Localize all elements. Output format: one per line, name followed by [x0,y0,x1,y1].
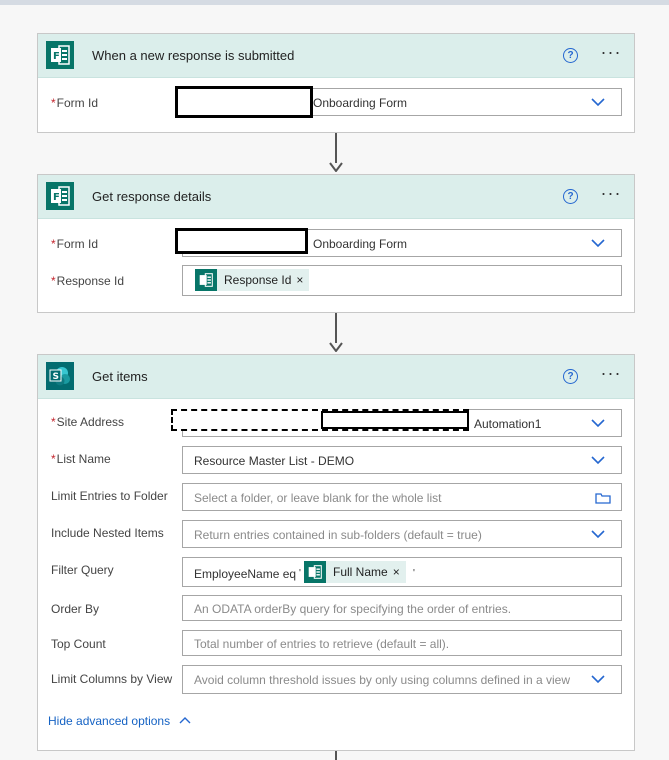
chevron-down-icon[interactable] [591,97,605,107]
chevron-up-icon [179,717,191,724]
order-by-input[interactable]: An ODATA orderBy query for specifying th… [182,595,622,621]
filter-query-prefix: EmployeeName eq [194,567,297,581]
remove-token-icon[interactable]: × [296,273,309,287]
response-id-label: *Response Id [51,272,124,290]
limit-entries-placeholder: Select a folder, or leave blank for the … [194,491,442,505]
dynamic-content-token[interactable]: Full Name × [304,561,406,583]
limit-columns-placeholder: Avoid column threshold issues by only us… [194,673,570,687]
include-nested-label: Include Nested Items [51,526,164,540]
form-id-value: Onboarding Form [313,96,408,110]
svg-text:F: F [53,192,60,203]
card-title: When a new response is submitted [92,48,295,63]
flow-connector [335,133,337,163]
hide-advanced-options-link[interactable]: Hide advanced options [48,714,191,728]
help-icon[interactable]: ? [563,369,578,384]
response-id-label-text: Response Id [56,274,125,288]
form-id-label: *Form Id [51,235,98,253]
arrow-down-icon [329,162,343,172]
required-marker: * [51,274,56,288]
microsoft-forms-icon [195,269,217,291]
form-id-value: Onboarding Form [313,237,408,251]
flow-connector [335,313,337,343]
flow-connector [335,751,337,760]
include-nested-placeholder: Return entries contained in sub-folders … [194,528,482,542]
microsoft-forms-icon: F [46,182,74,210]
top-count-input[interactable]: Total number of entries to retrieve (def… [182,630,622,656]
top-count-label: Top Count [51,637,106,651]
required-marker: * [51,237,56,251]
trigger-card[interactable]: F When a new response is submitted ? ···… [37,33,635,133]
required-marker: * [51,96,56,110]
card-header[interactable]: F Get response details ? ··· [38,175,634,219]
redacted-region [175,228,308,254]
site-address-label-text: Site Address [56,415,125,429]
help-icon[interactable]: ? [563,48,578,63]
form-id-label: *Form Id [51,94,98,112]
microsoft-forms-icon [304,561,326,583]
top-count-placeholder: Total number of entries to retrieve (def… [194,637,450,651]
response-id-field[interactable]: Response Id × [182,265,622,296]
arrow-down-icon [329,342,343,352]
chevron-down-icon[interactable] [591,674,605,684]
remove-token-icon[interactable]: × [393,565,406,579]
svg-text:F: F [53,51,60,62]
card-title: Get items [92,369,148,384]
chevron-down-icon[interactable] [591,238,605,248]
limit-columns-label: Limit Columns by View [51,672,173,686]
site-address-value: Automation1 [474,417,542,431]
hide-advanced-label: Hide advanced options [48,714,171,728]
card-title: Get response details [92,189,212,204]
order-by-placeholder: An ODATA orderBy query for specifying th… [194,602,512,616]
more-options-icon[interactable]: ··· [598,364,624,385]
dynamic-content-token[interactable]: Response Id × [195,269,310,291]
token-label: Response Id [224,273,292,287]
site-address-label: *Site Address [51,413,124,431]
chevron-down-icon[interactable] [591,418,605,428]
form-id-label-text: Form Id [56,237,99,251]
more-options-icon[interactable]: ··· [598,43,624,64]
card-header[interactable]: F When a new response is submitted ? ··· [38,34,634,78]
folder-picker-field[interactable]: Select a folder, or leave blank for the … [182,483,622,511]
svg-text:S: S [53,372,59,382]
filter-query-quote-open: ' [299,568,301,579]
form-id-label-text: Form Id [56,96,99,110]
limit-columns-dropdown[interactable]: Avoid column threshold issues by only us… [182,665,622,694]
redacted-region [175,86,313,118]
list-name-label-text: List Name [56,452,111,466]
filter-query-label: Filter Query [51,563,114,577]
help-icon[interactable]: ? [563,189,578,204]
filter-query-field[interactable]: EmployeeName eq ' Full Name × ' [182,557,622,587]
folder-icon[interactable] [595,492,611,504]
top-bar [0,0,669,5]
list-name-value: Resource Master List - DEMO [194,454,355,468]
order-by-label: Order By [51,602,100,616]
card-header[interactable]: S Get items ? ··· [38,355,634,399]
redacted-region [321,411,469,429]
microsoft-forms-icon: F [46,41,74,69]
chevron-down-icon[interactable] [591,455,605,465]
filter-query-quote-close: ' [413,568,415,579]
sharepoint-icon: S [46,362,74,390]
list-name-dropdown[interactable]: Resource Master List - DEMO [182,446,622,474]
chevron-down-icon[interactable] [591,529,605,539]
required-marker: * [51,415,56,429]
more-options-icon[interactable]: ··· [598,184,624,205]
limit-entries-label: Limit Entries to Folder [51,489,168,503]
include-nested-dropdown[interactable]: Return entries contained in sub-folders … [182,520,622,548]
required-marker: * [51,452,56,466]
get-items-card[interactable]: S Get items ? ··· *Site Address Automati… [37,354,635,751]
token-label: Full Name [333,565,388,579]
get-response-details-card[interactable]: F Get response details ? ··· *Form Id On… [37,174,635,313]
list-name-label: *List Name [51,450,111,468]
